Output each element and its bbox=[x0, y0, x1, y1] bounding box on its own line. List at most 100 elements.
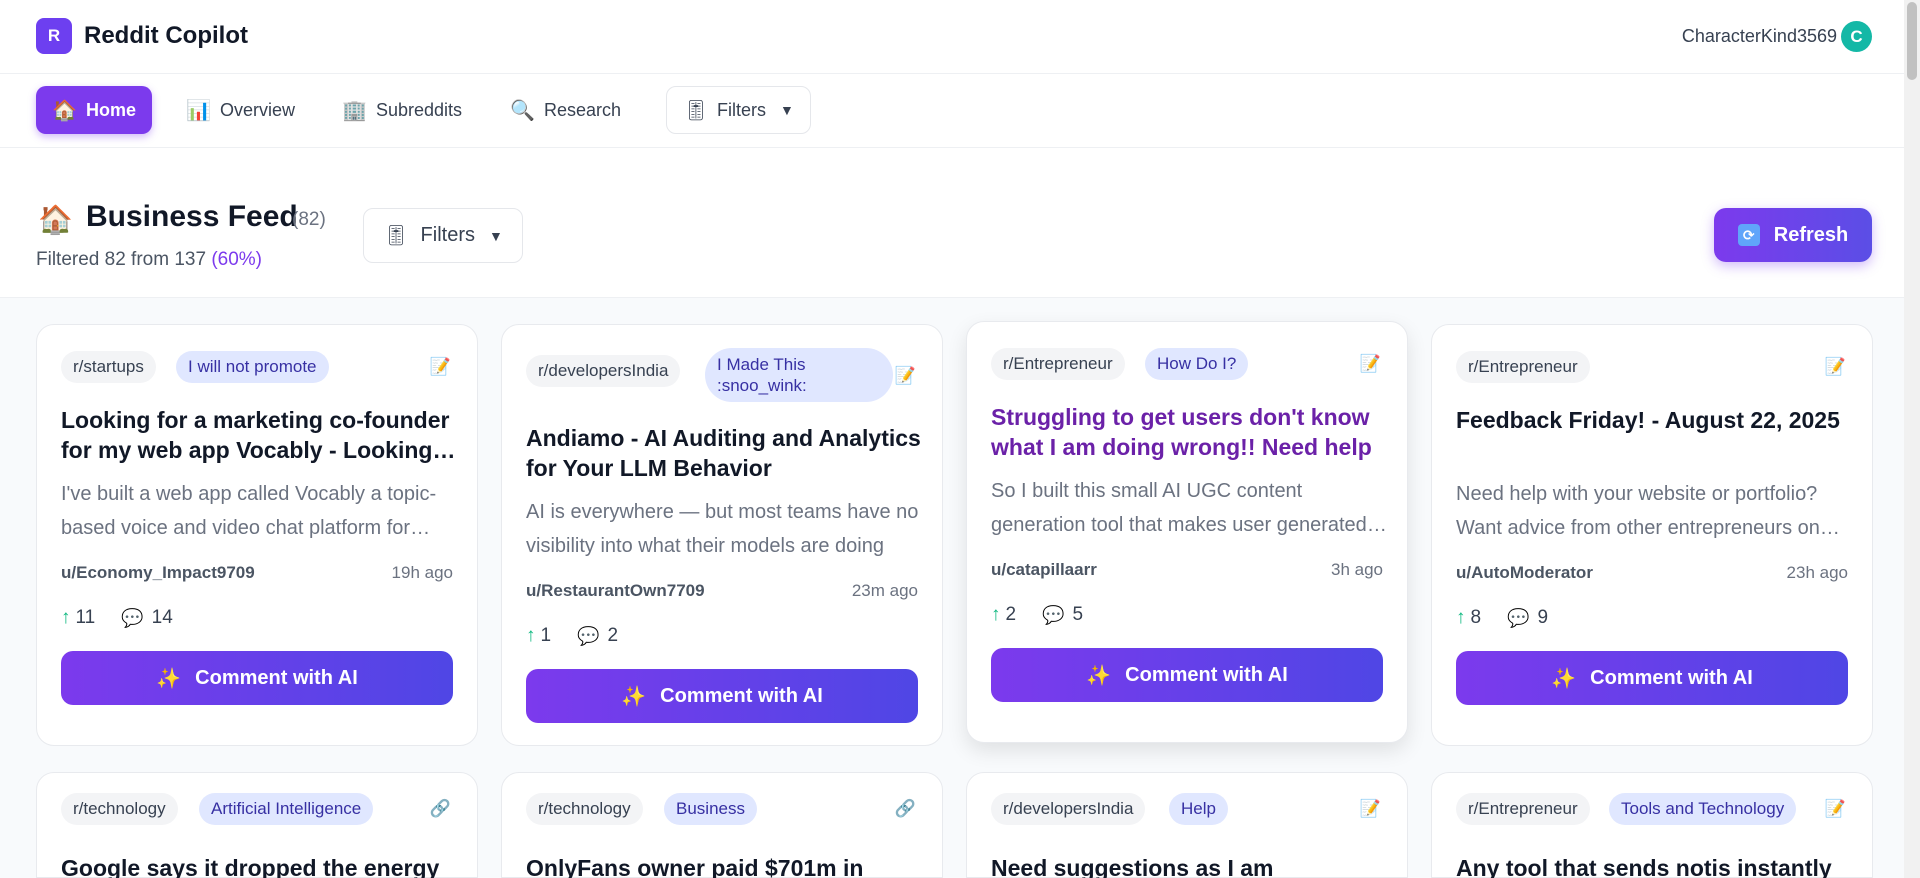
subreddit-chip[interactable]: r/developersIndia bbox=[526, 355, 681, 387]
text-post-icon: 📝 bbox=[1824, 799, 1846, 818]
subreddit-chip[interactable]: r/technology bbox=[61, 793, 178, 825]
upvote-icon: ↑ bbox=[1456, 607, 1466, 628]
comment-with-ai-label: Comment with AI bbox=[195, 666, 358, 689]
flair-chip: Business bbox=[664, 793, 757, 825]
caret-down-icon: ▼ bbox=[488, 227, 503, 244]
link-icon: 🔗 bbox=[429, 799, 451, 818]
refresh-icon: ⟳ bbox=[1737, 224, 1760, 246]
post-card[interactable]: r/startups I will not promote 📝 Looking … bbox=[36, 324, 478, 746]
comment-icon: 💬 bbox=[577, 625, 600, 646]
bar-chart-icon: 📊 bbox=[186, 99, 211, 122]
subreddit-chip[interactable]: r/Entrepreneur bbox=[1456, 351, 1590, 383]
caret-down-icon: ▼ bbox=[780, 102, 794, 118]
post-stats: ↑ 2 💬 5 bbox=[991, 604, 1083, 626]
username[interactable]: CharacterKind3569 bbox=[1682, 26, 1837, 47]
upvote-icon: ↑ bbox=[991, 604, 1001, 625]
post-excerpt: Need help with your website or portfolio… bbox=[1456, 483, 1820, 539]
post-title[interactable]: Google says it dropped the energy bbox=[61, 853, 461, 878]
comment-with-ai-button[interactable]: ✨ Comment with AI bbox=[61, 651, 453, 705]
house-icon: 🏠 bbox=[52, 99, 77, 122]
post-time: 23h ago bbox=[1786, 563, 1848, 582]
feed-filters-label: Filters bbox=[420, 224, 475, 246]
nav-overview[interactable]: 📊 Overview bbox=[170, 86, 311, 134]
refresh-label: Refresh bbox=[1773, 223, 1849, 246]
main-nav: 🏠 Home 📊 Overview 🏢 Subreddits 🔍 Researc… bbox=[0, 74, 1904, 148]
upvote-count: 11 bbox=[75, 607, 96, 628]
slider-icon: 🎚 bbox=[383, 225, 409, 247]
nav-filters-label: Filters bbox=[717, 99, 766, 120]
subreddit-chip[interactable]: r/developersIndia bbox=[991, 793, 1146, 825]
post-card[interactable]: r/technology Artificial Intelligence 🔗 G… bbox=[36, 772, 478, 878]
scrollbar-thumb[interactable] bbox=[1907, 2, 1917, 80]
refresh-button[interactable]: ⟳ Refresh bbox=[1714, 208, 1872, 262]
magnifier-icon: 🔍 bbox=[510, 99, 535, 122]
feed-count: (82) bbox=[292, 209, 326, 230]
post-title[interactable]: Feedback Friday! - August 22, 2025 bbox=[1456, 405, 1856, 435]
building-icon: 🏢 bbox=[342, 99, 367, 122]
comment-with-ai-button[interactable]: ✨ Comment with AI bbox=[991, 648, 1383, 702]
nav-home-label: Home bbox=[86, 99, 137, 120]
post-card[interactable]: r/Entrepreneur How Do I? 📝 Struggling to… bbox=[966, 321, 1408, 743]
sparkle-icon: ✨ bbox=[156, 667, 182, 690]
flair-chip: I will not promote bbox=[176, 351, 329, 383]
comment-icon: 💬 bbox=[1507, 607, 1530, 628]
comment-count: 9 bbox=[1537, 607, 1549, 628]
post-excerpt: I've built a web app called Vocably a to… bbox=[61, 483, 437, 539]
upvote-icon: ↑ bbox=[526, 625, 536, 646]
link-icon: 🔗 bbox=[894, 799, 916, 818]
feed-filters-button[interactable]: 🎚 Filters ▼ bbox=[363, 208, 523, 263]
filter-summary-percent: (60%) bbox=[211, 249, 262, 270]
avatar[interactable]: C bbox=[1841, 21, 1872, 52]
subreddit-chip[interactable]: r/Entrepreneur bbox=[991, 348, 1125, 380]
nav-filters-button[interactable]: 🎚 Filters ▼ bbox=[666, 86, 811, 134]
upvote-count: 1 bbox=[540, 625, 552, 646]
post-author[interactable]: u/Economy_Impact9709 bbox=[61, 563, 255, 583]
comment-count: 2 bbox=[607, 625, 619, 646]
post-title[interactable]: Any tool that sends notis instantly bbox=[1456, 853, 1856, 878]
upvote-count: 8 bbox=[1470, 607, 1482, 628]
upvote-count: 2 bbox=[1005, 604, 1017, 625]
app-logo[interactable]: R bbox=[36, 18, 72, 54]
comment-count: 5 bbox=[1072, 604, 1084, 625]
house-icon: 🏠 bbox=[38, 204, 73, 235]
text-post-icon: 📝 bbox=[1824, 357, 1846, 376]
post-card[interactable]: r/Entrepreneur Tools and Technology 📝 An… bbox=[1431, 772, 1873, 878]
nav-subreddits-label: Subreddits bbox=[376, 99, 463, 120]
post-time: 3h ago bbox=[1331, 560, 1383, 579]
sparkle-icon: ✨ bbox=[1551, 667, 1577, 690]
post-card[interactable]: r/technology Business 🔗 OnlyFans owner p… bbox=[501, 772, 943, 878]
subreddit-chip[interactable]: r/startups bbox=[61, 351, 156, 383]
subreddit-chip[interactable]: r/Entrepreneur bbox=[1456, 793, 1590, 825]
text-post-icon: 📝 bbox=[894, 366, 916, 385]
subreddit-chip[interactable]: r/technology bbox=[526, 793, 643, 825]
post-author[interactable]: u/RestaurantOwn7709 bbox=[526, 581, 705, 601]
feed-header: 🏠 Business Feed (82) Filtered 82 from 13… bbox=[0, 148, 1904, 298]
app-title[interactable]: Reddit Copilot bbox=[84, 22, 248, 50]
nav-home[interactable]: 🏠 Home bbox=[36, 86, 153, 134]
post-author[interactable]: u/AutoModerator bbox=[1456, 563, 1593, 583]
post-card[interactable]: r/Entrepreneur 📝 Feedback Friday! - Augu… bbox=[1431, 324, 1873, 746]
post-title[interactable]: Looking for a marketing co-founder for m… bbox=[61, 405, 461, 465]
text-post-icon: 📝 bbox=[1359, 354, 1381, 373]
page-scrollbar[interactable] bbox=[1904, 0, 1920, 878]
post-title[interactable]: Need suggestions as I am bbox=[991, 853, 1391, 878]
comment-with-ai-button[interactable]: ✨ Comment with AI bbox=[1456, 651, 1848, 705]
post-title[interactable]: Struggling to get users don't know what … bbox=[991, 402, 1391, 462]
post-card[interactable]: r/developersIndia I Made This :snoo_wink… bbox=[501, 324, 943, 746]
post-time: 19h ago bbox=[391, 563, 453, 582]
flair-chip: I Made This :snoo_wink: bbox=[705, 348, 893, 402]
post-stats: ↑ 1 💬 2 bbox=[526, 625, 618, 647]
top-bar: R Reddit Copilot CharacterKind3569 C bbox=[0, 0, 1904, 74]
upvote-icon: ↑ bbox=[61, 607, 71, 628]
comment-count: 14 bbox=[151, 607, 173, 628]
flair-chip: Tools and Technology bbox=[1609, 793, 1797, 825]
comment-icon: 💬 bbox=[121, 607, 144, 628]
nav-subreddits[interactable]: 🏢 Subreddits bbox=[326, 86, 478, 134]
nav-research[interactable]: 🔍 Research bbox=[494, 86, 637, 134]
post-author[interactable]: u/catapillaarr bbox=[991, 560, 1097, 580]
post-title[interactable]: Andiamo - AI Auditing and Analytics for … bbox=[526, 423, 926, 483]
text-post-icon: 📝 bbox=[429, 357, 451, 376]
comment-with-ai-button[interactable]: ✨ Comment with AI bbox=[526, 669, 918, 723]
post-title[interactable]: OnlyFans owner paid $701m in bbox=[526, 853, 926, 878]
post-card[interactable]: r/developersIndia Help 📝 Need suggestion… bbox=[966, 772, 1408, 878]
